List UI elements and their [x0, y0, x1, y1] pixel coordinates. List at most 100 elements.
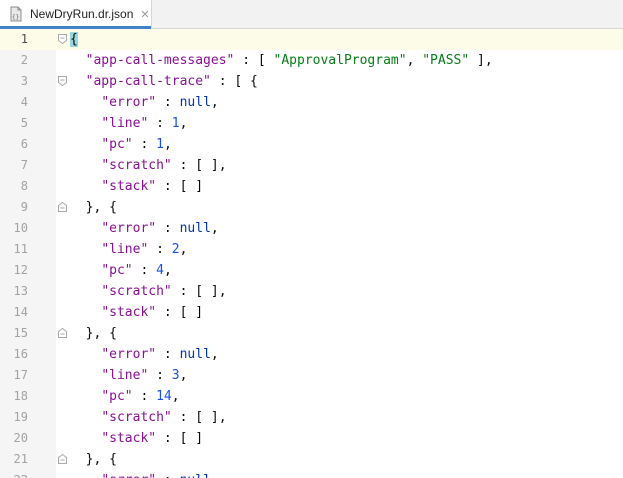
code-text: "pc" : 1, — [70, 134, 172, 155]
code-token: , — [406, 53, 423, 68]
line-number: 4 — [20, 95, 28, 109]
editor-tab-bar: {} NewDryRun.dr.json ✕ — [0, 0, 623, 29]
code-line[interactable]: 13 "scratch" : [ ], — [0, 281, 623, 302]
code-line[interactable]: 18 "pc" : 14, — [0, 386, 623, 407]
code-text: "line" : 3, — [70, 365, 187, 386]
code-line[interactable]: 6 "pc" : 1, — [0, 134, 623, 155]
fold-open-icon[interactable] — [58, 34, 67, 44]
line-number: 13 — [13, 284, 28, 298]
code-token: "ApprovalProgram" — [273, 53, 407, 68]
code-token: null — [179, 347, 211, 362]
code-line[interactable]: 14 "stack" : [ ] — [0, 302, 623, 323]
code-line[interactable]: 1{ — [0, 29, 623, 50]
tab-title: NewDryRun.dr.json — [30, 7, 134, 21]
code-line[interactable]: 12 "pc" : 4, — [0, 260, 623, 281]
line-number: 16 — [13, 347, 28, 361]
code-token: : — [156, 95, 180, 110]
code-token: "scratch" — [101, 410, 172, 425]
line-number: 22 — [0, 470, 28, 478]
json-file-icon: {} — [8, 6, 24, 22]
code-line[interactable]: 8 "stack" : [ ] — [0, 176, 623, 197]
line-number: 15 — [13, 326, 28, 340]
code-text: "line" : 1, — [70, 113, 187, 134]
code-text: }, { — [70, 449, 117, 470]
code-token: , — [163, 263, 172, 278]
code-line[interactable]: 7 "scratch" : [ ], — [0, 155, 623, 176]
code-text: }, { — [70, 197, 117, 218]
code-token: , — [163, 137, 172, 152]
code-token: }, { — [85, 326, 117, 341]
code-token: : — [148, 116, 172, 131]
code-token: : — [132, 389, 157, 404]
code-token: : [ { — [210, 74, 258, 89]
line-number: 9 — [20, 200, 28, 214]
code-token: : [ — [234, 53, 274, 68]
code-text: "app-call-trace" : [ { — [70, 71, 258, 92]
fold-close-icon[interactable] — [58, 328, 67, 338]
code-line[interactable]: 10 "error" : null, — [0, 218, 623, 239]
code-text: "scratch" : [ ], — [70, 155, 226, 176]
close-icon[interactable]: ✕ — [140, 8, 149, 21]
fold-close-icon[interactable] — [58, 454, 67, 464]
fold-open-icon[interactable] — [58, 76, 67, 86]
code-token: 1 — [171, 116, 180, 131]
code-text: "pc" : 14, — [70, 386, 179, 407]
line-number: 17 — [13, 368, 28, 382]
code-token: }, { — [85, 200, 117, 215]
line-number: 6 — [20, 137, 28, 151]
line-number: 5 — [20, 116, 28, 130]
tab-newdryrun[interactable]: {} NewDryRun.dr.json ✕ — [0, 0, 152, 29]
code-text: }, { — [70, 323, 117, 344]
line-number: 21 — [13, 452, 28, 466]
code-token: 14 — [156, 389, 172, 404]
code-token: : [ ] — [156, 305, 204, 320]
code-token: "stack" — [101, 431, 157, 446]
code-token: "error" — [101, 95, 157, 110]
code-token: , — [179, 116, 188, 131]
code-text: "scratch" : [ ], — [70, 407, 227, 428]
code-token: "pc" — [101, 137, 133, 152]
code-token: "scratch" — [101, 284, 172, 299]
line-number: 8 — [20, 179, 28, 193]
code-text: "stack" : [ ] — [70, 176, 203, 197]
code-token: { — [70, 32, 78, 47]
code-line[interactable]: 11 "line" : 2, — [0, 239, 623, 260]
code-editor[interactable]: 1{2 "app-call-messages" : [ "ApprovalPro… — [0, 29, 623, 478]
code-line[interactable]: 15 }, { — [0, 323, 623, 344]
code-line[interactable]: 4 "error" : null, — [0, 92, 623, 113]
code-line[interactable]: 19 "scratch" : [ ], — [0, 407, 623, 428]
code-token: , — [179, 242, 188, 257]
code-line[interactable]: 3 "app-call-trace" : [ { — [0, 71, 623, 92]
code-line[interactable]: 20 "stack" : [ ] — [0, 428, 623, 449]
code-token: "pc" — [101, 263, 133, 278]
code-token: null — [179, 95, 211, 110]
code-token: : [ ], — [171, 410, 227, 425]
fold-close-icon[interactable] — [58, 202, 67, 212]
code-token: , — [210, 221, 219, 236]
code-line[interactable]: 22 "error" : null — [0, 470, 623, 478]
line-number: 7 — [20, 158, 28, 172]
line-number: 2 — [20, 53, 28, 67]
code-text: "error" : null, — [70, 344, 218, 365]
code-line[interactable]: 9 }, { — [0, 197, 623, 218]
code-line[interactable]: 17 "line" : 3, — [0, 365, 623, 386]
code-line[interactable]: 2 "app-call-messages" : [ "ApprovalProgr… — [0, 50, 623, 71]
code-token: 2 — [171, 242, 180, 257]
code-token: null — [180, 473, 211, 478]
code-line[interactable]: 5 "line" : 1, — [0, 113, 623, 134]
code-line[interactable]: 21 }, { — [0, 449, 623, 470]
line-number: 12 — [13, 263, 28, 277]
code-token: : — [132, 263, 157, 278]
code-text: "line" : 2, — [70, 239, 187, 260]
code-token: : — [156, 473, 179, 478]
code-token: "pc" — [101, 389, 133, 404]
code-line[interactable]: 16 "error" : null, — [0, 344, 623, 365]
